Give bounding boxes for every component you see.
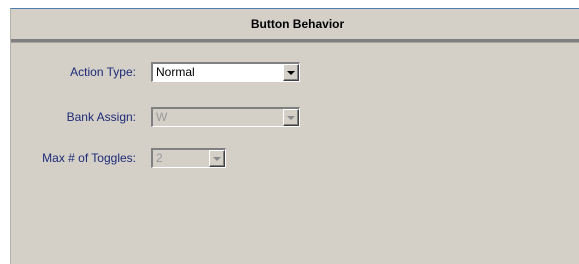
action-type-row: Action Type: Normal (11, 62, 579, 84)
action-type-label: Action Type: (70, 65, 136, 79)
chevron-down-icon (287, 116, 295, 120)
button-behavior-panel: Button Behavior Action Type: Normal Bank… (10, 8, 579, 264)
bank-assign-row: Bank Assign: W (11, 107, 579, 129)
action-type-value: Normal (156, 65, 195, 79)
max-toggles-value: 2 (156, 151, 163, 165)
panel-title: Button Behavior (250, 17, 345, 31)
action-type-dropdown-button[interactable] (283, 64, 299, 81)
max-toggles-label: Max # of Toggles: (42, 151, 136, 165)
chevron-down-icon (287, 71, 295, 75)
bank-assign-dropdown-button[interactable] (283, 109, 299, 126)
max-toggles-select[interactable]: 2 (151, 148, 226, 168)
action-type-select[interactable]: Normal (151, 62, 300, 82)
bank-assign-select[interactable]: W (151, 107, 300, 127)
panel-header: Button Behavior (11, 9, 579, 39)
bank-assign-label: Bank Assign: (66, 110, 136, 124)
max-toggles-dropdown-button[interactable] (209, 150, 225, 167)
header-divider (11, 39, 579, 43)
bank-assign-value: W (156, 110, 168, 124)
chevron-down-icon (213, 157, 221, 161)
max-toggles-row: Max # of Toggles: 2 (11, 148, 579, 170)
